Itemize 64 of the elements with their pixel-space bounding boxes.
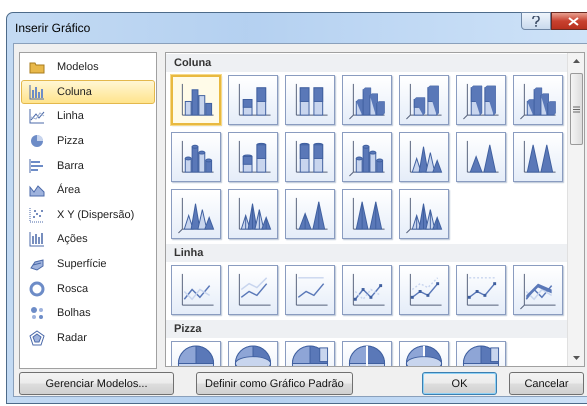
chart-type-item[interactable]: Rosca xyxy=(21,276,155,301)
cone-chart-button[interactable] xyxy=(399,132,449,182)
down-arrow-icon xyxy=(572,356,580,360)
close-icon xyxy=(568,16,578,26)
help-button[interactable] xyxy=(521,12,551,30)
pyramid-chart-button[interactable] xyxy=(342,189,392,239)
column-chart-button[interactable] xyxy=(456,75,506,125)
chart-type-item[interactable]: Modelos xyxy=(21,55,155,80)
cylinder-chart-button[interactable] xyxy=(228,132,278,182)
up-arrow-icon xyxy=(572,59,580,63)
cylinder-chart-button[interactable] xyxy=(285,132,335,182)
line-chart-button[interactable] xyxy=(399,265,449,315)
radar-chart-icon xyxy=(29,330,45,346)
pie-chart-icon xyxy=(29,133,45,150)
dialog-button[interactable]: Gerenciar Modelos... xyxy=(19,372,174,395)
cone-chart-button[interactable] xyxy=(456,132,506,182)
chart-type-item[interactable]: X Y (Dispersão) xyxy=(21,202,155,228)
column-chart-button[interactable] xyxy=(513,75,563,125)
chart-type-item[interactable]: Bolhas xyxy=(21,300,155,326)
pyramid-chart-button[interactable] xyxy=(285,189,335,239)
column-chart-button[interactable] xyxy=(342,75,392,125)
line-chart-button[interactable] xyxy=(513,265,563,315)
scatter-chart-icon xyxy=(29,206,45,223)
cylinder-chart-button[interactable] xyxy=(171,132,221,182)
column-chart-button[interactable] xyxy=(228,75,278,125)
ok-button[interactable]: OK xyxy=(422,372,497,395)
chart-type-item[interactable]: Ações xyxy=(21,227,155,252)
donut-chart-icon xyxy=(29,280,45,297)
cylinder-chart-button[interactable] xyxy=(342,132,392,182)
dialog-button[interactable]: Cancelar xyxy=(509,372,584,395)
cone-chart-button[interactable] xyxy=(171,189,221,239)
line-chart-button[interactable] xyxy=(342,265,392,315)
window-title: Inserir Gráfico xyxy=(14,21,92,35)
column-chart-button[interactable] xyxy=(285,75,335,125)
line-chart-button[interactable] xyxy=(456,265,506,315)
chart-type-item[interactable]: Linha xyxy=(21,104,155,129)
stock-chart-icon xyxy=(29,231,45,248)
chart-type-item[interactable]: Barra xyxy=(21,153,155,178)
section-header: Pizza xyxy=(166,320,567,338)
scroll-thumb[interactable] xyxy=(570,73,582,145)
cone-chart-button[interactable] xyxy=(513,132,563,182)
section-header: Linha xyxy=(166,244,567,262)
line-chart-button[interactable] xyxy=(171,265,221,315)
column-chart-button[interactable] xyxy=(399,75,449,125)
bubble-chart-icon xyxy=(29,305,45,322)
bar-chart-icon xyxy=(29,158,45,174)
chart-type-item[interactable]: Área xyxy=(21,178,155,203)
grip-icon xyxy=(572,106,580,112)
line-chart-button[interactable] xyxy=(228,265,278,315)
scrollbar-track[interactable] xyxy=(567,53,584,366)
help-icon xyxy=(532,16,540,26)
chart-type-item[interactable]: Pizza xyxy=(21,128,155,154)
chart-type-item[interactable]: Radar xyxy=(21,326,155,350)
pyramid-chart-button[interactable] xyxy=(399,189,449,239)
dialog-button[interactable]: Definir como Gráfico Padrão xyxy=(196,372,353,395)
chart-type-item[interactable]: Coluna xyxy=(21,80,155,104)
column-chart-icon xyxy=(29,84,45,100)
close-button[interactable] xyxy=(551,12,587,30)
section-header: Coluna xyxy=(166,54,567,72)
column-chart-button[interactable] xyxy=(171,75,221,125)
chart-type-item[interactable]: Superfície xyxy=(21,252,155,276)
line-chart-button[interactable] xyxy=(285,265,335,315)
line-chart-icon xyxy=(29,108,45,124)
pyramid-chart-button[interactable] xyxy=(228,189,278,239)
